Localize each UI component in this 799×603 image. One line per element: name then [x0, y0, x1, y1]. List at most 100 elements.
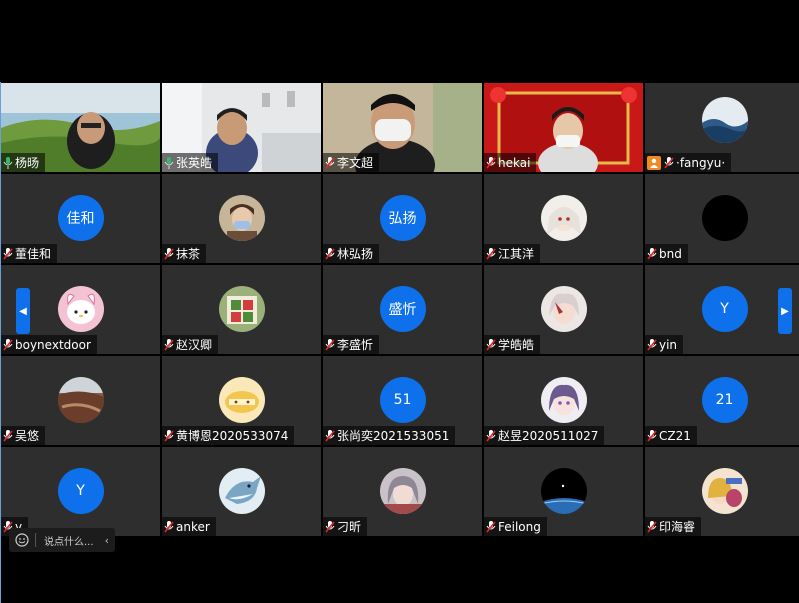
participant-name-bar: bnd — [645, 244, 688, 263]
mic-muted-icon — [486, 156, 496, 168]
participant-tile[interactable]: 学皓皓 — [484, 265, 643, 354]
participant-name-bar: 李文超 — [323, 153, 380, 172]
participant-name: boynextdoor — [15, 337, 91, 352]
participant-name-bar: CZ21 — [645, 426, 697, 445]
participant-name: 黄博恩2020533074 — [176, 429, 289, 443]
participant-name: 杨旸 — [15, 156, 40, 170]
participant-name-bar: 杨旸 — [1, 153, 46, 172]
profile-picture — [379, 468, 426, 514]
gallery-grid: 杨旸 张英皓 李文超 hekai ·fangyu· 佳和 董佳和 抹茶 弘扬 林… — [1, 83, 799, 538]
participant-name-bar: 董佳和 — [1, 244, 58, 263]
mic-muted-icon — [164, 338, 174, 350]
participant-name-bar: yin — [645, 335, 684, 354]
participant-tile[interactable]: 黄博恩2020533074 — [162, 356, 321, 445]
participant-name: CZ21 — [659, 428, 691, 443]
participant-name: 抹茶 — [176, 247, 201, 261]
profile-picture — [701, 195, 748, 241]
chat-placeholder: 说点什么... — [44, 536, 94, 548]
participant-tile[interactable]: anker — [162, 447, 321, 536]
participant-tile[interactable]: 杨旸 — [1, 83, 160, 172]
participant-tile[interactable]: Feilong — [484, 447, 643, 536]
participant-name: anker — [176, 519, 210, 534]
participant-tile[interactable]: 抹茶 — [162, 174, 321, 263]
mic-muted-icon — [647, 247, 657, 259]
collapse-chat-button[interactable]: ‹ — [105, 534, 109, 547]
mic-muted-icon — [486, 520, 496, 532]
mic-muted-icon — [647, 338, 657, 350]
participant-name: 刁昕 — [337, 520, 362, 534]
participant-tile[interactable]: 盛忻 李盛忻 — [323, 265, 482, 354]
participant-tile[interactable]: 印海睿 — [645, 447, 799, 536]
profile-picture — [540, 286, 587, 332]
initials-avatar: Y — [57, 468, 104, 514]
participant-name: 赵汉卿 — [176, 338, 213, 352]
participant-tile[interactable]: 佳和 董佳和 — [1, 174, 160, 263]
participant-tile[interactable]: 赵昱2020511027 — [484, 356, 643, 445]
participant-name-bar: Feilong — [484, 517, 547, 536]
participant-tile[interactable]: Y yin — [645, 265, 799, 354]
participant-tile[interactable]: ·fangyu· — [645, 83, 799, 172]
participant-name-bar: 黄博恩2020533074 — [162, 426, 295, 445]
mic-muted-icon — [486, 338, 496, 350]
chat-input-box[interactable]: 说点什么... ‹ — [9, 528, 115, 552]
participant-name-bar: 江其洋 — [484, 244, 541, 263]
mic-muted-icon — [325, 156, 335, 168]
initials-avatar: 51 — [379, 377, 426, 423]
participant-name-bar: hekai — [484, 153, 537, 172]
chevron-left-icon: ◀ — [19, 305, 27, 317]
profile-picture — [218, 286, 265, 332]
participant-tile-active-speaker[interactable]: 张英皓 — [162, 83, 321, 172]
divider — [35, 533, 36, 547]
participant-name-bar: 林弘扬 — [323, 244, 380, 263]
participant-name-bar: 张英皓 — [162, 153, 219, 172]
participant-name-bar: 李盛忻 — [323, 335, 380, 354]
profile-picture — [701, 97, 748, 143]
mic-muted-icon — [647, 429, 657, 441]
next-page-button[interactable]: ▶ — [778, 288, 792, 334]
participant-name: 张尚奕2021533051 — [337, 429, 450, 443]
top-bar — [0, 0, 799, 82]
participant-name: 李盛忻 — [337, 338, 374, 352]
participant-tile[interactable]: 李文超 — [323, 83, 482, 172]
mic-muted-icon — [647, 520, 657, 532]
initials-avatar: Y — [701, 286, 748, 332]
participant-name-bar: 印海睿 — [645, 517, 702, 536]
participant-name-bar: 学皓皓 — [484, 335, 541, 354]
emoji-icon[interactable] — [15, 533, 29, 547]
mic-muted-icon — [3, 429, 13, 441]
participant-tile[interactable]: 21 CZ21 — [645, 356, 799, 445]
mic-muted-icon — [164, 429, 174, 441]
participant-name: Feilong — [498, 519, 541, 534]
participant-name: 印海睿 — [659, 520, 696, 534]
participant-name-bar: 张尚奕2021533051 — [323, 426, 456, 445]
participant-tile[interactable]: Y y — [1, 447, 160, 536]
mic-on-icon — [3, 156, 13, 169]
mic-muted-icon — [664, 156, 674, 168]
participant-name: 吴悠 — [15, 429, 40, 443]
participant-name-bar: 抹茶 — [162, 244, 207, 263]
mic-muted-icon — [3, 247, 13, 259]
participant-tile[interactable]: 弘扬 林弘扬 — [323, 174, 482, 263]
participant-name-bar: 吴悠 — [1, 426, 46, 445]
participant-name: 张英皓 — [176, 156, 213, 170]
participant-tile[interactable]: 赵汉卿 — [162, 265, 321, 354]
participant-tile[interactable]: 刁昕 — [323, 447, 482, 536]
profile-picture — [218, 195, 265, 241]
profile-picture — [57, 286, 104, 332]
participant-tile[interactable]: 吴悠 — [1, 356, 160, 445]
participant-name: ·fangyu· — [676, 155, 726, 170]
mic-muted-icon — [325, 520, 335, 532]
participant-tile[interactable]: 江其洋 — [484, 174, 643, 263]
mic-muted-icon — [325, 247, 335, 259]
profile-picture — [540, 195, 587, 241]
profile-picture — [218, 377, 265, 423]
participant-tile[interactable]: hekai — [484, 83, 643, 172]
mic-muted-icon — [486, 247, 496, 259]
mic-on-icon — [164, 156, 174, 169]
profile-picture — [57, 377, 104, 423]
previous-page-button[interactable]: ◀ — [16, 288, 30, 334]
participant-tile[interactable]: 51 张尚奕2021533051 — [323, 356, 482, 445]
host-badge-icon — [647, 155, 661, 170]
participant-tile[interactable]: bnd — [645, 174, 799, 263]
participant-name: 林弘扬 — [337, 247, 374, 261]
